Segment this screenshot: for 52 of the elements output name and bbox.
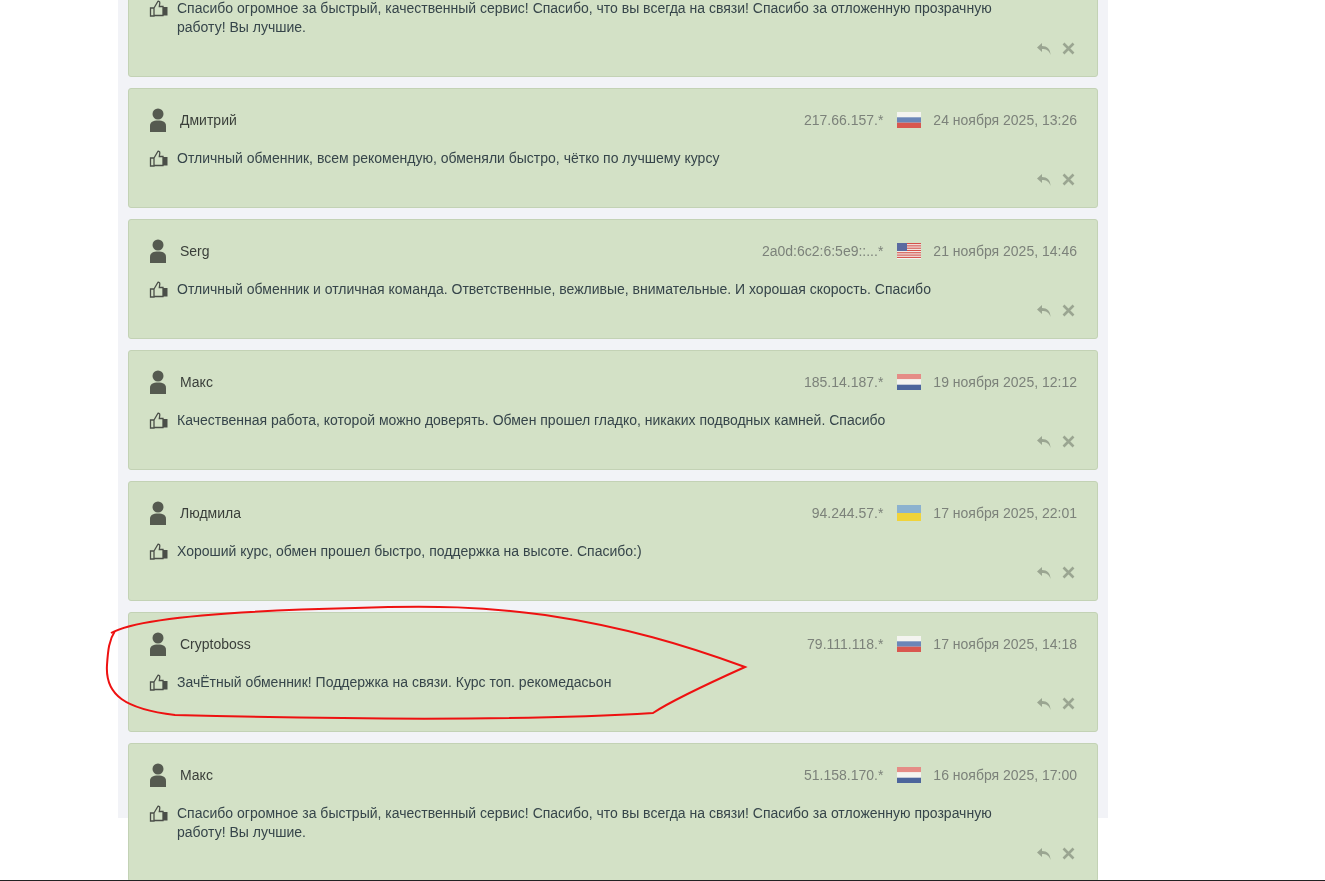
review-date: 19 ноября 2025, 12:12 (933, 374, 1077, 390)
reply-icon[interactable] (1036, 42, 1052, 56)
review-text: ЗачЁтный обменник! Поддержка на связи. Курс топ. рекомедасьон (177, 673, 613, 692)
ip-address: 94.244.57.* (811, 505, 884, 521)
user-icon (149, 632, 167, 656)
close-icon[interactable] (1062, 435, 1075, 448)
reply-icon[interactable] (1036, 566, 1052, 580)
close-icon[interactable] (1062, 847, 1075, 860)
user-icon (149, 763, 167, 787)
review-text: Хороший курс, обмен прошел быстро, поддержка на высоте. Спасибо:) (177, 542, 643, 561)
review-date: 21 ноября 2025, 14:46 (933, 243, 1077, 259)
thumbs-up-icon (149, 0, 169, 17)
close-icon[interactable] (1062, 42, 1075, 55)
reviewer-name: Макс (180, 767, 213, 783)
close-icon[interactable] (1062, 173, 1075, 186)
review-date: 24 ноября 2025, 13:26 (933, 112, 1077, 128)
user-icon (149, 501, 167, 525)
close-icon[interactable] (1062, 697, 1075, 710)
review-text: Спасибо огромное за быстрый, качественный сервис! Спасибо, что вы всегда на связи! Спасибо за отложенную прозрачную работу! Вы лучшие. (177, 804, 993, 842)
review-date: 17 ноября 2025, 22:01 (933, 505, 1077, 521)
thumbs-up-icon (149, 805, 169, 822)
reply-icon[interactable] (1036, 435, 1052, 449)
reviewer-name: Макс (180, 374, 213, 390)
thumbs-up-icon (149, 281, 169, 298)
reviewer-name: Serg (180, 243, 210, 259)
user-icon (149, 370, 167, 394)
reply-icon[interactable] (1036, 697, 1052, 711)
close-icon[interactable] (1062, 566, 1075, 579)
thumbs-up-icon (149, 412, 169, 429)
user-icon (149, 239, 167, 263)
ip-address: 2a0d:6c2:6:5e9::...* (761, 243, 884, 259)
review-date: 17 ноября 2025, 14:18 (933, 636, 1077, 652)
ip-address: 217.66.157.* (803, 112, 884, 128)
thumbs-up-icon (149, 543, 169, 560)
reviewer-name: Cryptoboss (180, 636, 251, 652)
ip-address: 51.158.170.* (803, 767, 884, 783)
review-text: Качественная работа, которой можно доверять. Обмен прошел гладко, никаких подводных камней. Спасибо (177, 411, 887, 430)
review-text: Отличный обменник и отличная команда. Ответственные, вежливые, внимательные. И хорошая скорость. Спасибо (177, 280, 932, 299)
thumbs-up-icon (149, 674, 169, 691)
ip-address: 79.111.118.* (807, 636, 884, 652)
ip-address: 185.14.187.* (803, 374, 884, 390)
reviewer-name: Дмитрий (180, 112, 237, 128)
reply-icon[interactable] (1036, 173, 1052, 187)
thumbs-up-icon (149, 150, 169, 167)
review-date: 16 ноября 2025, 17:00 (933, 767, 1077, 783)
reviewer-name: Людмила (180, 505, 241, 521)
review-text: Спасибо огромное за быстрый, качественный сервис! Спасибо, что вы всегда на связи! Спасибо за отложенную прозрачную работу! Вы лучшие. (177, 0, 993, 37)
reply-icon[interactable] (1036, 847, 1052, 861)
review-text: Отличный обменник, всем рекомендую, обменяли быстро, чётко по лучшему курсу (177, 149, 721, 168)
reply-icon[interactable] (1036, 304, 1052, 318)
user-icon (149, 108, 167, 132)
close-icon[interactable] (1062, 304, 1075, 317)
